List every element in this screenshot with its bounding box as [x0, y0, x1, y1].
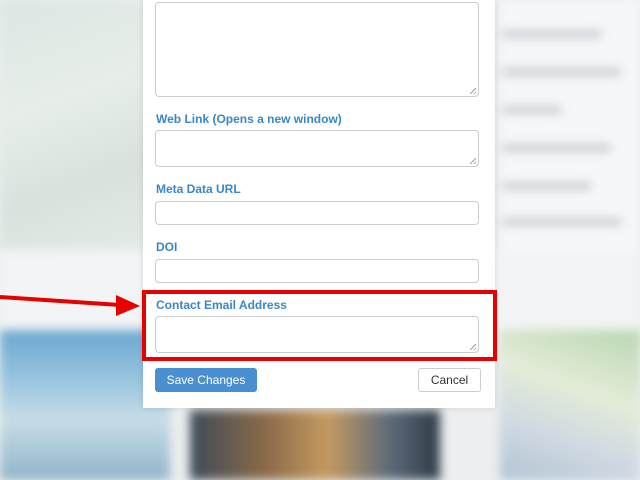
description-textarea[interactable]	[155, 2, 479, 97]
save-changes-button[interactable]: Save Changes	[155, 368, 257, 392]
contact-email-textarea[interactable]	[155, 316, 479, 353]
web-link-label: Web Link (Opens a new window)	[156, 112, 342, 126]
resize-grip-icon[interactable]	[470, 88, 476, 94]
background-photo	[190, 410, 440, 480]
contact-email-label: Contact Email Address	[156, 298, 287, 312]
web-link-textarea[interactable]	[155, 130, 479, 167]
background-map	[0, 0, 150, 250]
edit-dataset-modal: Web Link (Opens a new window) Meta Data …	[143, 0, 495, 408]
resize-grip-icon[interactable]	[470, 344, 476, 350]
cancel-button[interactable]: Cancel	[418, 368, 481, 392]
doi-label: DOI	[156, 240, 178, 254]
screen: Web Link (Opens a new window) Meta Data …	[0, 0, 640, 480]
meta-data-url-label: Meta Data URL	[156, 182, 241, 196]
meta-data-url-input[interactable]	[155, 201, 479, 225]
background-photo	[500, 330, 640, 480]
background-text-column	[500, 0, 640, 250]
resize-grip-icon[interactable]	[470, 158, 476, 164]
doi-input[interactable]	[155, 259, 479, 283]
